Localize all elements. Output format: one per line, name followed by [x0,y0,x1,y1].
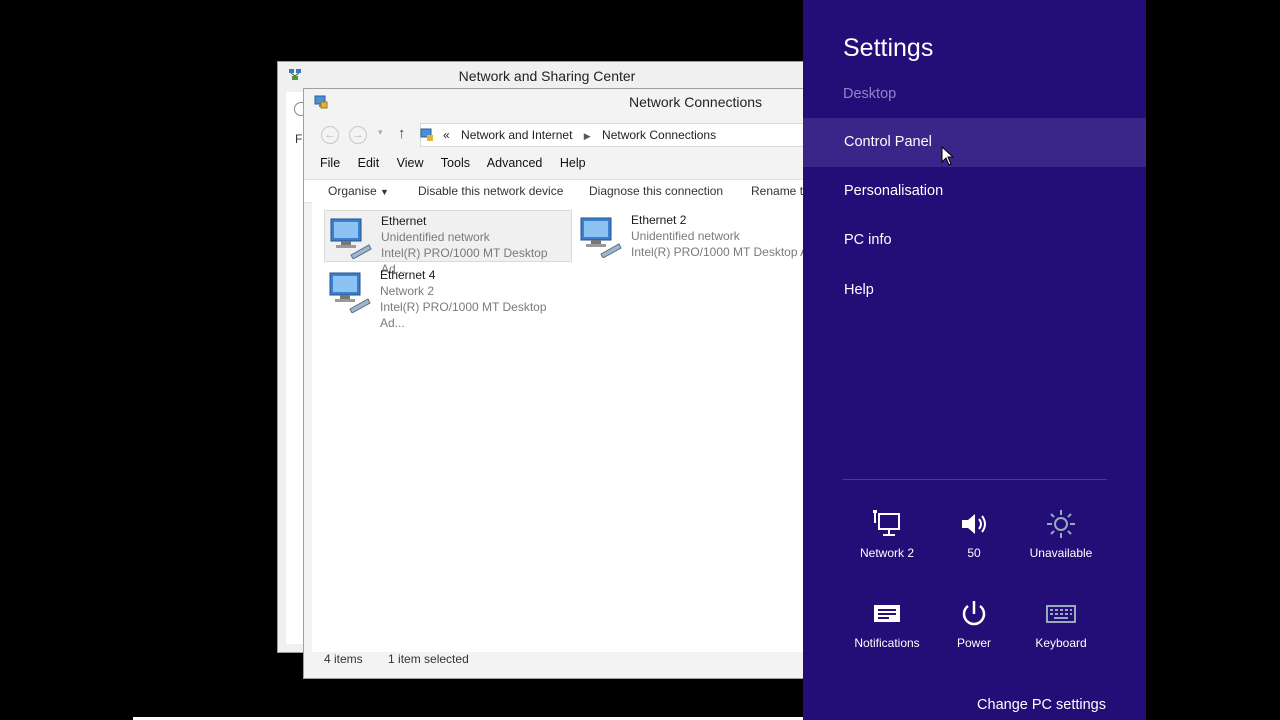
menu-advanced[interactable]: Advanced [487,156,543,170]
brightness-icon [1047,510,1075,538]
command-bar: Organise ▼ Disable this network device D… [304,179,812,203]
help-link[interactable]: Help [803,266,1146,315]
tile-label: 50 [967,546,981,560]
network-connections-icon [420,128,433,141]
keyboard-icon [1046,605,1076,623]
connection-status: Network 2 [380,284,435,298]
network-adapter-icon [329,272,371,313]
forward-button[interactable]: → [349,126,367,144]
disable-device-button[interactable]: Disable this network device [418,184,563,198]
tile-label: Keyboard [1035,636,1087,650]
network-adapter-icon [330,218,372,259]
network-connections-window[interactable]: Network Connections ← → ▾ ↑ « Network an… [303,88,813,679]
notifications-icon [874,605,900,622]
selection-count: 1 item selected [388,652,469,666]
status-bar: 4 items 1 item selected [324,652,491,666]
connection-adapter: Intel(R) PRO/1000 MT Desktop Ad... [380,300,547,330]
connections-list: Ethernet Unidentified network Intel(R) P… [312,201,812,652]
connection-name: Ethernet 4 [380,268,436,282]
personalisation-link[interactable]: Personalisation [803,167,1146,216]
tile-label: Network 2 [859,546,915,560]
back-button[interactable]: ← [321,126,339,144]
volume-tile[interactable]: 50 [929,508,1019,560]
power-tile[interactable]: Power [929,598,1019,650]
tile-label: Notifications [854,636,920,650]
breadcrumb-separator-icon[interactable]: ▶ [584,131,591,141]
menu-edit[interactable]: Edit [358,156,380,170]
tile-label: Power [956,636,991,650]
overflow-chevron[interactable]: « [443,128,450,142]
breadcrumb-network-connections[interactable]: Network Connections [602,128,716,142]
item-count: 4 items [324,652,363,666]
connection-adapter: Intel(R) PRO/1000 MT Desktop Ad [631,245,813,259]
connection-item-ethernet[interactable]: Ethernet Unidentified network Intel(R) P… [324,210,572,276]
menu-file[interactable]: File [320,156,340,170]
address-bar[interactable]: « Network and Internet ▶ Network Connect… [420,123,812,147]
rename-button[interactable]: Rename th [751,184,810,198]
menu-tools[interactable]: Tools [441,156,470,170]
menu-view[interactable]: View [397,156,424,170]
brightness-tile[interactable]: Unavailable [1016,508,1106,560]
network-adapter-icon [580,217,622,258]
settings-charm: Settings Desktop Control Panel Personali… [803,0,1146,720]
organise-label: Organise [328,184,377,198]
recent-pages-icon[interactable]: ▾ [378,127,383,138]
navigation-bar: ← → ▾ ↑ « Network and Internet ▶ Network… [312,123,812,147]
organise-button[interactable]: Organise ▼ [328,184,389,198]
pc-info-link[interactable]: PC info [803,216,1146,265]
control-panel-link[interactable]: Control Panel [803,118,1146,167]
chevron-down-icon: ▼ [380,187,389,197]
network-icon [873,510,900,536]
mouse-cursor-icon [941,146,955,166]
diagnose-connection-button[interactable]: Diagnose this connection [589,184,723,198]
volume-icon [962,514,986,534]
tile-label: Unavailable [1029,546,1093,560]
network-tile[interactable]: Network 2 [842,508,932,560]
menu-help[interactable]: Help [560,156,586,170]
window-title: Network and Sharing Center [458,68,636,84]
change-pc-settings-link[interactable]: Change PC settings [977,697,1106,713]
connection-item-ethernet-2[interactable]: Ethernet 2 Unidentified network Intel(R)… [575,210,813,262]
settings-context: Desktop [843,86,897,102]
breadcrumb-network-internet[interactable]: Network and Internet [461,128,572,142]
connection-item-ethernet-4[interactable]: Ethernet 4 Network 2 Intel(R) PRO/1000 M… [324,265,572,330]
notifications-tile[interactable]: Notifications [842,598,932,650]
connection-name: Ethernet 2 [631,213,687,227]
window-title: Network Connections [629,94,763,110]
up-arrow-icon[interactable]: ↑ [398,125,406,142]
divider [843,479,1107,480]
keyboard-tile[interactable]: Keyboard [1016,598,1106,650]
connection-status: Unidentified network [381,230,490,244]
menu-bar: File Edit View Tools Advanced Help [320,156,600,170]
power-icon [962,601,986,626]
connection-status: Unidentified network [631,229,740,243]
settings-heading: Settings [843,34,934,62]
connection-name: Ethernet [381,214,427,228]
